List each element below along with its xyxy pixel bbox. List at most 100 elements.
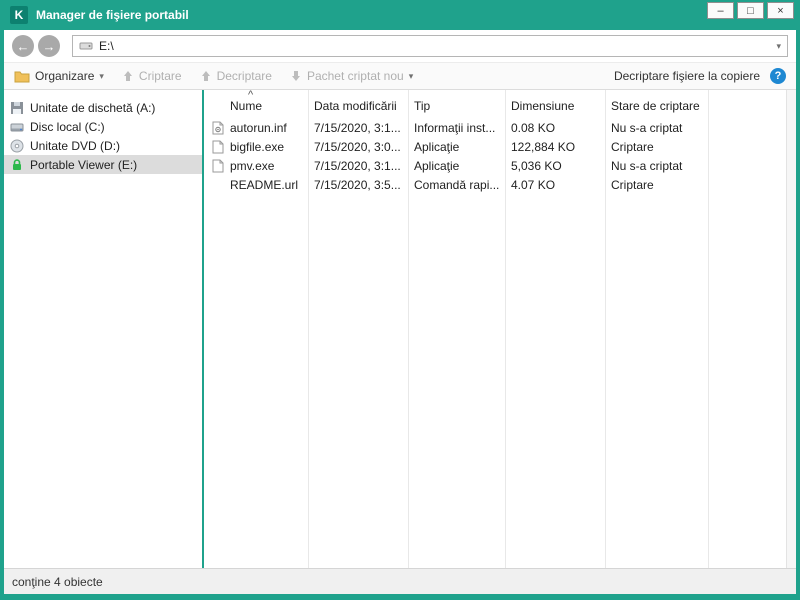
new-encrypted-package-button[interactable]: Pachet criptat nou ▾	[290, 69, 413, 83]
address-text: E:\	[99, 39, 114, 53]
sidebar-item-dvd-d[interactable]: Unitate DVD (D:)	[4, 136, 202, 155]
file-name: README.url	[230, 177, 299, 192]
file-row-autorun-inf[interactable]: autorun.inf 7/15/2020, 3:1... Informaţii…	[204, 118, 786, 137]
encrypt-arrow-icon	[123, 71, 132, 81]
column-header-date-modified[interactable]: Data modificării	[308, 99, 408, 113]
sidebar-item-floppy-a[interactable]: Unitate de dischetă (A:)	[4, 98, 202, 117]
window-title: Manager de fişiere portabil	[36, 8, 189, 22]
file-encryption-status-cell: Criptare	[611, 177, 654, 192]
navigation-bar: ← → E:\ ▾	[4, 30, 796, 62]
back-icon: ←	[16, 38, 30, 54]
back-button[interactable]: ←	[12, 35, 34, 57]
hard-disk-icon	[10, 123, 24, 131]
minimize-button[interactable]: –	[707, 2, 734, 19]
file-type-cell: Aplicaţie	[414, 139, 460, 154]
file-type-cell: Informaţii inst...	[414, 120, 496, 135]
organize-label: Organizare	[35, 69, 95, 83]
file-row-readme-url[interactable]: README.url 7/15/2020, 3:5... Comandă rap…	[204, 175, 786, 194]
file-name-cell: pmv.exe	[204, 159, 308, 173]
drive-icon	[79, 42, 93, 50]
file-type-cell: Aplicaţie	[414, 158, 460, 173]
forward-button[interactable]: →	[38, 35, 60, 57]
package-arrow-icon	[291, 71, 300, 81]
decrypt-on-copy-button[interactable]: Decriptare fişiere la copiere	[614, 69, 760, 83]
file-name-cell: bigfile.exe	[204, 140, 308, 154]
encrypt-button[interactable]: Criptare	[122, 69, 182, 83]
sidebar-item-local-disk-c[interactable]: Disc local (C:)	[4, 117, 202, 136]
decrypt-label: Decriptare	[216, 69, 272, 83]
sort-ascending-icon: ^	[248, 90, 254, 101]
file-name: autorun.inf	[230, 120, 287, 135]
file-encryption-status-cell: Nu s-a criptat	[611, 158, 683, 173]
file-size-cell: 4.07 KO	[511, 177, 556, 192]
column-divider	[505, 90, 506, 568]
lock-icon	[13, 158, 21, 170]
file-name-cell: autorun.inf	[204, 121, 308, 135]
minimize-icon: –	[717, 4, 724, 17]
new-package-dropdown-icon: ▾	[408, 70, 414, 81]
column-divider	[708, 90, 709, 568]
organize-button[interactable]: Organizare ▾	[14, 69, 104, 83]
file-name: bigfile.exe	[230, 139, 285, 154]
file-size-cell: 5,036 KO	[511, 158, 562, 173]
decrypt-button[interactable]: Decriptare	[200, 69, 272, 83]
decrypt-on-copy-label: Decriptare fişiere la copiere	[613, 69, 760, 83]
address-dropdown-icon[interactable]: ▾	[776, 41, 781, 52]
decrypt-arrow-icon	[201, 71, 210, 81]
maximize-icon: □	[747, 4, 754, 17]
column-divider	[308, 90, 309, 568]
file-date-cell: 7/15/2020, 3:1...	[314, 120, 401, 135]
column-header-encryption-status[interactable]: Stare de criptare	[605, 99, 708, 113]
forward-icon: →	[42, 38, 56, 54]
list-header: ^ Nume Data modificării Tip Dimensiune S…	[204, 90, 786, 118]
file-encryption-status-cell: Criptare	[611, 139, 654, 154]
app-window: K Manager de fişiere portabil – □ × ← → …	[0, 0, 800, 600]
file-size-cell: 0.08 KO	[511, 120, 556, 135]
file-list: ^ Nume Data modificării Tip Dimensiune S…	[204, 90, 786, 568]
column-divider	[408, 90, 409, 568]
help-icon: ?	[774, 70, 782, 82]
maximize-button[interactable]: □	[737, 2, 764, 19]
file-row-pmv-exe[interactable]: pmv.exe 7/15/2020, 3:1... Aplicaţie 5,03…	[204, 156, 786, 175]
column-header-name[interactable]: Nume	[204, 99, 308, 113]
address-bar[interactable]: E:\ ▾	[72, 35, 788, 57]
drives-sidebar: Unitate de dischetă (A:) Disc local (C:)…	[4, 90, 204, 568]
column-header-size[interactable]: Dimensiune	[505, 99, 605, 113]
setup-file-icon	[212, 121, 224, 134]
vertical-scrollbar[interactable]	[786, 90, 796, 568]
encrypt-label: Criptare	[138, 69, 182, 83]
drive-label: Portable Viewer (E:)	[30, 157, 138, 172]
file-name-cell: README.url	[204, 178, 308, 192]
file-size-cell: 122,884 KO	[511, 139, 576, 154]
status-text: conţine 4 obiecte	[12, 574, 103, 589]
file-date-cell: 7/15/2020, 3:5...	[314, 177, 401, 192]
sidebar-item-portable-viewer-e[interactable]: Portable Viewer (E:)	[4, 155, 202, 174]
file-type-cell: Comandă rapi...	[414, 177, 500, 192]
toolbar: Organizare ▾ Criptare Decriptare Pachet …	[4, 62, 796, 90]
drive-label: Unitate de dischetă (A:)	[30, 100, 156, 115]
file-date-cell: 7/15/2020, 3:1...	[314, 158, 401, 173]
new-encrypted-package-label: Pachet criptat nou	[306, 69, 404, 83]
titlebar[interactable]: K Manager de fişiere portabil – □ ×	[4, 0, 796, 30]
drive-label: Unitate DVD (D:)	[30, 138, 121, 153]
file-row-bigfile-exe[interactable]: bigfile.exe 7/15/2020, 3:0... Aplicaţie …	[204, 137, 786, 156]
close-button[interactable]: ×	[767, 2, 794, 19]
dvd-icon	[10, 139, 24, 152]
organize-dropdown-icon: ▾	[99, 70, 104, 81]
drive-label: Disc local (C:)	[30, 119, 105, 134]
status-bar: conţine 4 obiecte	[4, 568, 796, 594]
file-icon	[212, 159, 224, 172]
main-area: Unitate de dischetă (A:) Disc local (C:)…	[4, 90, 796, 568]
column-divider	[605, 90, 606, 568]
file-encryption-status-cell: Nu s-a criptat	[611, 120, 683, 135]
help-button[interactable]: ?	[770, 68, 786, 84]
window-controls: – □ ×	[704, 2, 794, 19]
column-header-type[interactable]: Tip	[408, 99, 505, 113]
kaspersky-logo-icon: K	[10, 6, 28, 24]
file-icon	[212, 140, 224, 153]
floppy-icon	[11, 101, 23, 114]
file-name: pmv.exe	[230, 158, 275, 173]
close-icon: ×	[777, 4, 784, 17]
shortcut-file-icon	[212, 178, 224, 192]
file-date-cell: 7/15/2020, 3:0...	[314, 139, 401, 154]
